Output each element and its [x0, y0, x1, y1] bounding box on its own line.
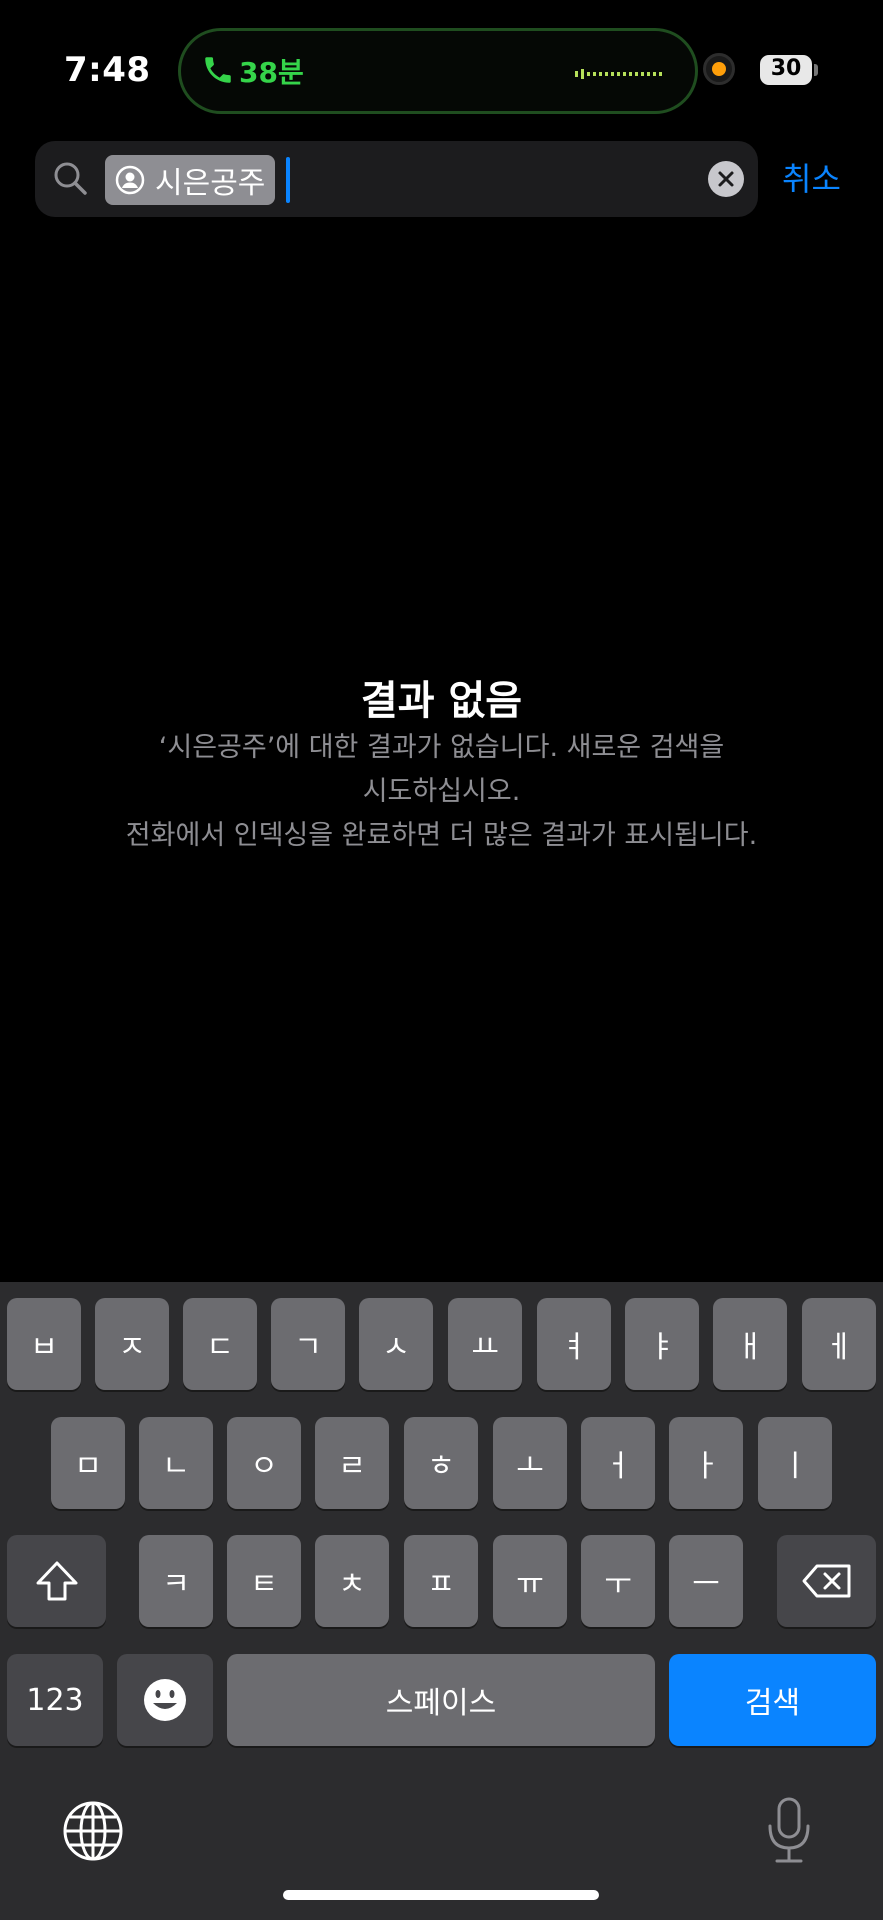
- battery-level: 30: [770, 56, 802, 81]
- dynamic-island-call[interactable]: 38분: [178, 28, 698, 114]
- key-row3-2[interactable]: ㅌ: [227, 1535, 301, 1627]
- key-row1-6[interactable]: ㅛ: [448, 1298, 522, 1390]
- recording-indicator: [703, 53, 735, 85]
- globe-icon[interactable]: [62, 1800, 124, 1862]
- key-row2-3[interactable]: ㅇ: [227, 1417, 301, 1509]
- key-row2-4[interactable]: ㄹ: [315, 1417, 389, 1509]
- status-time: 7:48: [64, 50, 151, 90]
- search-field[interactable]: 시은공주: [35, 141, 758, 217]
- key-row2-6[interactable]: ㅗ: [493, 1417, 567, 1509]
- numbers-key[interactable]: 123: [7, 1654, 103, 1746]
- mic-icon[interactable]: [765, 1796, 813, 1866]
- shift-key[interactable]: [7, 1535, 106, 1627]
- key-row1-2[interactable]: ㅈ: [95, 1298, 169, 1390]
- key-row2-1[interactable]: ㅁ: [51, 1417, 125, 1509]
- text-cursor: [286, 157, 290, 203]
- space-key[interactable]: 스페이스: [227, 1654, 655, 1746]
- token-label: 시은공주: [155, 166, 266, 201]
- key-row2-9[interactable]: ㅣ: [758, 1417, 832, 1509]
- key-row1-1[interactable]: ㅂ: [7, 1298, 81, 1390]
- person-circle-icon: [115, 165, 145, 195]
- key-row3-5[interactable]: ㅠ: [493, 1535, 567, 1627]
- key-row1-7[interactable]: ㅕ: [537, 1298, 611, 1390]
- key-row1-9[interactable]: ㅐ: [713, 1298, 787, 1390]
- key-row1-4[interactable]: ㄱ: [271, 1298, 345, 1390]
- key-row3-1[interactable]: ㅋ: [139, 1535, 213, 1627]
- key-row1-5[interactable]: ㅅ: [359, 1298, 433, 1390]
- key-row3-7[interactable]: ㅡ: [669, 1535, 743, 1627]
- search-icon: [54, 162, 87, 195]
- battery-tip: [814, 64, 818, 76]
- key-row1-8[interactable]: ㅑ: [625, 1298, 699, 1390]
- empty-state-message: ‘시은공주’에 대한 결과가 없습니다. 새로운 검색을 시도하십시오. 전화에…: [60, 726, 823, 858]
- delete-key[interactable]: [777, 1535, 876, 1627]
- call-duration: 38분: [239, 56, 304, 89]
- emoji-key[interactable]: [117, 1654, 213, 1746]
- delete-icon: [802, 1564, 850, 1598]
- key-row1-3[interactable]: ㄷ: [183, 1298, 257, 1390]
- empty-state-line-2: 시도하십시오.: [362, 776, 521, 807]
- empty-state-line-1: ‘시은공주’에 대한 결과가 없습니다. 새로운 검색을: [158, 732, 725, 763]
- search-key[interactable]: 검색: [669, 1654, 876, 1746]
- home-indicator[interactable]: [283, 1890, 599, 1900]
- cancel-button[interactable]: 취소: [782, 154, 841, 200]
- key-row1-10[interactable]: ㅔ: [802, 1298, 876, 1390]
- key-row2-7[interactable]: ㅓ: [581, 1417, 655, 1509]
- battery-indicator: 30: [760, 55, 812, 85]
- audio-waveform-icon: [575, 69, 662, 79]
- orange-dot-icon: [712, 62, 726, 76]
- empty-state-line-3: 전화에서 인덱싱을 완료하면 더 많은 결과가 표시됩니다.: [125, 820, 758, 851]
- empty-state-title: 결과 없음: [360, 678, 523, 724]
- close-icon: [718, 171, 734, 187]
- clear-search-button[interactable]: [708, 161, 744, 197]
- key-row3-6[interactable]: ㅜ: [581, 1535, 655, 1627]
- key-row2-5[interactable]: ㅎ: [404, 1417, 478, 1509]
- key-row3-4[interactable]: ㅍ: [404, 1535, 478, 1627]
- key-row2-8[interactable]: ㅏ: [669, 1417, 743, 1509]
- key-row2-2[interactable]: ㄴ: [139, 1417, 213, 1509]
- emoji-icon: [144, 1679, 186, 1721]
- key-row3-3[interactable]: ㅊ: [315, 1535, 389, 1627]
- contact-search-token[interactable]: 시은공주: [105, 155, 276, 205]
- phone-icon: [205, 57, 231, 83]
- shift-icon: [36, 1561, 77, 1601]
